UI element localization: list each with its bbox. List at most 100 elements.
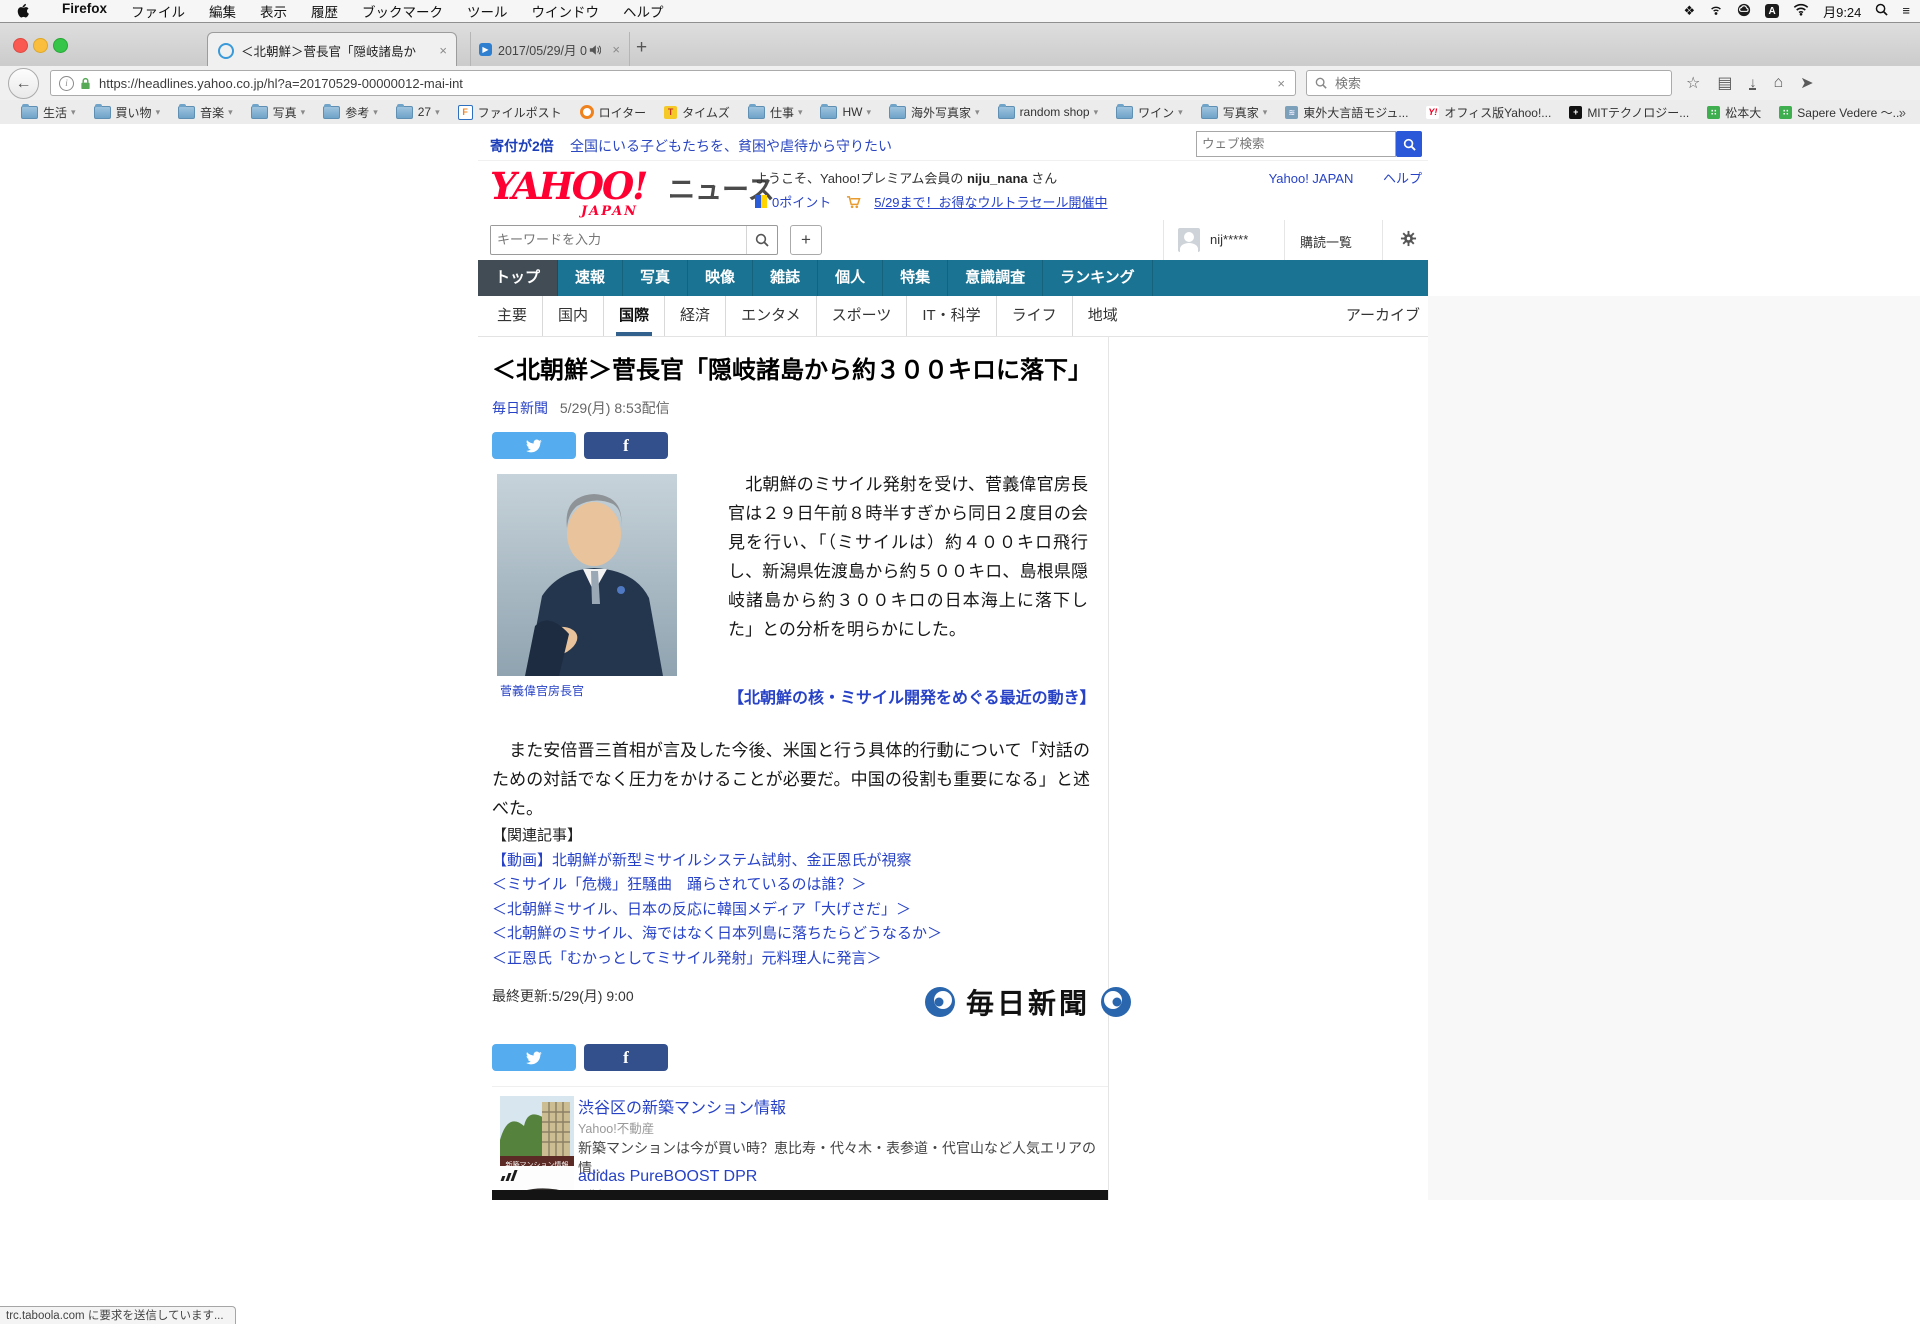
- urlbar[interactable]: i ×: [50, 70, 1296, 96]
- tab-active[interactable]: ＜北朝鮮＞菅長官「隠岐諸島か ×: [207, 32, 457, 68]
- browser-search-input[interactable]: [1333, 75, 1671, 92]
- https-lock-icon[interactable]: [80, 77, 91, 90]
- subnav-経済[interactable]: 経済: [664, 296, 725, 336]
- bookmark-item[interactable]: Tタイムズ: [655, 104, 739, 121]
- related-article-link[interactable]: ＜北朝鮮のミサイル、海ではなく日本列島に落ちたらどうなるか＞: [492, 922, 942, 947]
- bookmark-item[interactable]: 仕事▾: [739, 104, 812, 121]
- tab-close-icon[interactable]: ×: [430, 43, 456, 58]
- bookmark-item[interactable]: 買い物▾: [85, 104, 170, 121]
- bookmark-item[interactable]: ∷Sapere Vedere ～...: [1770, 104, 1911, 121]
- subnav-国内[interactable]: 国内: [542, 296, 603, 336]
- bookmark-item[interactable]: ∷松本大: [1698, 104, 1770, 121]
- menubar-clock[interactable]: 月9:24: [1823, 2, 1861, 21]
- bookmark-item[interactable]: random shop▾: [989, 105, 1108, 119]
- ad-thumbnail[interactable]: 新築マンション情報: [500, 1096, 574, 1172]
- url-input[interactable]: [97, 75, 1267, 92]
- menu-item-6[interactable]: ツール: [455, 1, 520, 21]
- archive-link[interactable]: アーカイブ: [1346, 296, 1420, 336]
- menu-item-4[interactable]: 履歴: [299, 1, 350, 21]
- menu-item-1[interactable]: ファイル: [119, 1, 197, 21]
- bookmark-item[interactable]: ワイン▾: [1107, 104, 1192, 121]
- bookmarks-overflow-icon[interactable]: »: [1899, 105, 1906, 120]
- web-search-input[interactable]: [1197, 132, 1395, 156]
- window-zoom-button[interactable]: [53, 38, 68, 53]
- subnav-地域[interactable]: 地域: [1072, 296, 1133, 336]
- window-close-button[interactable]: [13, 38, 28, 53]
- window-minimize-button[interactable]: [33, 38, 48, 53]
- subnav-ライフ[interactable]: ライフ: [996, 296, 1072, 336]
- downloads-icon[interactable]: ↓: [1749, 76, 1756, 90]
- bookmark-item[interactable]: ≋東外大言語モジュ...: [1276, 104, 1417, 121]
- new-tab-button[interactable]: +: [636, 37, 647, 59]
- bookmark-item[interactable]: 写真家▾: [1192, 104, 1277, 121]
- points-link[interactable]: 0ポイント: [772, 192, 831, 211]
- audio-playing-icon[interactable]: [589, 44, 601, 56]
- subnav-国際[interactable]: 国際: [603, 296, 664, 336]
- bookmark-item[interactable]: HW▾: [811, 105, 880, 119]
- urlbar-clear-icon[interactable]: ×: [1267, 76, 1295, 91]
- nav-tab-速報[interactable]: 速報: [558, 260, 623, 296]
- notification-center-icon[interactable]: ≡: [1902, 0, 1910, 22]
- banner-highlight[interactable]: 寄付が2倍: [490, 136, 554, 156]
- article-source-link[interactable]: 毎日新聞: [492, 400, 548, 416]
- nav-tab-雑誌[interactable]: 雑誌: [753, 260, 818, 296]
- ad-title[interactable]: 渋谷区の新築マンション情報: [578, 1094, 786, 1118]
- keyword-search-button[interactable]: [746, 226, 777, 254]
- nav-tab-写真[interactable]: 写真: [623, 260, 688, 296]
- menu-item-8[interactable]: ヘルプ: [611, 1, 676, 21]
- dropbox-icon[interactable]: ❖: [1683, 0, 1695, 22]
- browser-search-field[interactable]: [1306, 70, 1672, 96]
- twitter-share-button[interactable]: [492, 432, 576, 459]
- nav-tab-意識調査[interactable]: 意識調査: [948, 260, 1043, 296]
- bookmark-item[interactable]: 27▾: [387, 105, 449, 119]
- article-inline-link[interactable]: 【北朝鮮の核・ミサイル開発をめぐる最近の動き】: [728, 684, 1096, 708]
- menu-item-5[interactable]: ブックマーク: [350, 1, 455, 21]
- nav-tab-個人[interactable]: 個人: [818, 260, 883, 296]
- menu-item-2[interactable]: 編集: [197, 1, 248, 21]
- facebook-share-button[interactable]: f: [584, 432, 668, 459]
- bookmark-item[interactable]: +MITテクノロジー...: [1560, 104, 1698, 121]
- site-info-icon[interactable]: i: [59, 76, 74, 91]
- menu-item-0[interactable]: Firefox: [50, 1, 119, 21]
- nav-tab-トップ[interactable]: トップ: [478, 260, 558, 296]
- keyword-search-field[interactable]: [490, 225, 778, 255]
- share-icon[interactable]: ➤: [1800, 73, 1813, 93]
- banner-link[interactable]: 全国にいる子どもたちを、貧困や虐待から守りたい: [570, 136, 892, 156]
- creative-cloud-icon[interactable]: [1737, 3, 1751, 20]
- related-article-link[interactable]: 【動画】北朝鮮が新型ミサイルシステム試射、金正恩氏が視察: [492, 849, 942, 874]
- subnav-スポーツ[interactable]: スポーツ: [816, 296, 907, 336]
- bookmark-item[interactable]: 海外写真家▾: [880, 104, 989, 121]
- related-article-link[interactable]: ＜正恩氏「むかっとしてミサイル発射」元料理人に発言＞: [492, 947, 942, 972]
- bookmark-item[interactable]: ロイター: [571, 104, 656, 121]
- home-icon[interactable]: ⌂: [1773, 74, 1783, 92]
- twitter-share-button[interactable]: [492, 1044, 576, 1071]
- airdrop-icon[interactable]: [1709, 3, 1723, 20]
- subnav-エンタメ[interactable]: エンタメ: [725, 296, 816, 336]
- add-tab-button[interactable]: +: [790, 225, 822, 255]
- nav-tab-ランキング[interactable]: ランキング: [1043, 260, 1153, 296]
- web-search-field[interactable]: [1196, 131, 1396, 157]
- bookmark-item[interactable]: 写真▾: [242, 104, 315, 121]
- account-name[interactable]: nij*****: [1210, 232, 1248, 247]
- tab2-close-icon[interactable]: ×: [603, 42, 629, 57]
- subscriptions-link[interactable]: 購読一覧: [1300, 232, 1352, 251]
- ad-title[interactable]: adidas PureBOOST DPR: [578, 1168, 757, 1186]
- avatar[interactable]: [1178, 228, 1200, 252]
- bookmark-star-icon[interactable]: ☆: [1686, 73, 1700, 93]
- web-search-button[interactable]: [1396, 131, 1422, 157]
- alfred-icon[interactable]: A: [1765, 4, 1779, 18]
- bookmark-item[interactable]: Y!オフィス版Yahoo!...: [1417, 104, 1560, 121]
- subnav-主要[interactable]: 主要: [482, 296, 542, 336]
- sale-link[interactable]: 5/29まで！お得なウルトラセール開催中: [874, 192, 1107, 211]
- apple-menu-icon[interactable]: [16, 3, 30, 19]
- menu-item-3[interactable]: 表示: [248, 1, 299, 21]
- photo-caption[interactable]: 菅義偉官房長官: [500, 682, 584, 699]
- bookmark-item[interactable]: Fファイルポスト: [449, 104, 571, 121]
- tab-background[interactable]: ▶ 2017/05/29/月 08:30-11:0( ×: [470, 32, 630, 67]
- subnav-IT・科学[interactable]: IT・科学: [906, 296, 995, 336]
- bookmark-item[interactable]: 音楽▾: [169, 104, 242, 121]
- keyword-search-input[interactable]: [491, 226, 755, 252]
- wifi-icon[interactable]: [1793, 3, 1809, 19]
- menu-item-7[interactable]: ウインドウ: [520, 1, 612, 21]
- help-link[interactable]: ヘルプ: [1383, 171, 1422, 186]
